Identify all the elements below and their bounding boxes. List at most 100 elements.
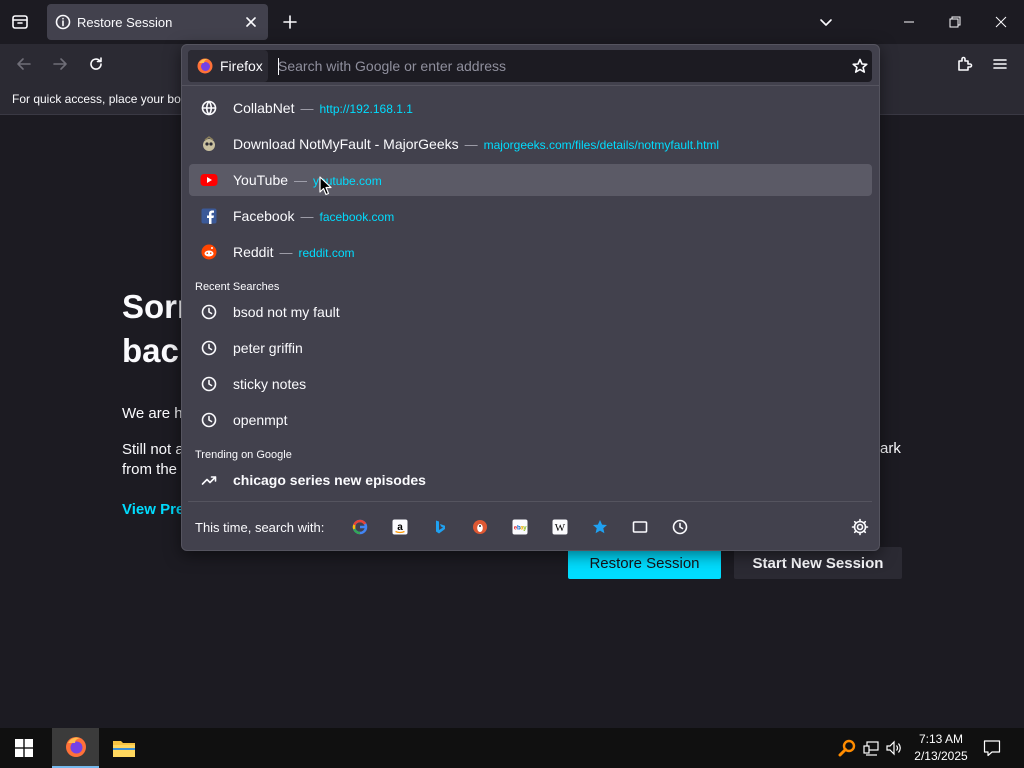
google-search-button[interactable] [348,515,372,539]
minimize-button[interactable] [886,0,932,44]
recent-search-row[interactable]: sticky notes [189,368,872,400]
forward-button[interactable] [46,50,74,78]
tab-title: Restore Session [77,15,173,30]
clock-icon [672,519,688,535]
suggestion-row-facebook[interactable]: Facebook — facebook.com [189,200,872,232]
amazon-icon: a [392,519,408,535]
close-window-button[interactable] [978,0,1024,44]
firefox-icon [197,58,213,74]
svg-text:a: a [397,522,403,533]
recent-search-row[interactable]: bsod not my fault [189,296,872,328]
recent-search-text: sticky notes [233,376,307,392]
bing-search-button[interactable] [428,515,452,539]
search-icon [838,739,856,757]
volume-tray-button[interactable] [884,728,906,768]
app-menu-button[interactable] [986,50,1014,78]
majorgeeks-icon [200,135,218,153]
reload-button[interactable] [82,50,110,78]
urlbar[interactable]: Firefox [188,50,872,82]
search-mode-chip[interactable]: Firefox [188,50,268,82]
folder-icon [112,741,135,757]
wikipedia-icon: W [552,519,568,535]
reload-icon [90,57,102,70]
mouse-cursor-icon [319,176,332,196]
ebay-search-button[interactable]: ebay [508,515,532,539]
tab-icon [632,521,648,533]
new-tab-button[interactable] [278,10,302,34]
recent-search-text: openmpt [233,412,288,428]
recent-search-text: peter griffin [233,340,303,356]
clock-icon [200,303,218,321]
back-button[interactable] [10,50,38,78]
firefox-icon [65,737,86,757]
close-icon [246,17,256,27]
notification-icon [983,740,1001,757]
bookmark-star-button[interactable] [850,56,870,76]
suggestion-row-youtube[interactable]: YouTube — youtube.com [189,164,872,196]
suggestion-url: majorgeeks.com/files/details/notmyfault.… [483,138,720,152]
bing-icon [436,520,445,534]
amazon-search-button[interactable]: a [388,515,412,539]
restore-window-icon [949,16,961,28]
trending-text: chicago series new episodes [233,472,426,488]
one-off-search-label: This time, search with: [195,520,325,535]
speaker-icon [886,740,901,756]
page-paragraph: We are h [122,405,183,422]
tab-bar: Restore Session [0,0,1024,44]
globe-icon [200,99,218,117]
recent-search-row[interactable]: peter griffin [189,332,872,364]
firefox-view-button[interactable] [6,8,34,36]
chevron-down-icon [820,19,832,26]
duckduckgo-icon [473,520,487,534]
recent-search-row[interactable]: openmpt [189,404,872,436]
start-new-session-button[interactable]: Start New Session [734,547,902,579]
duckduckgo-search-button[interactable] [468,515,492,539]
youtube-icon [200,171,218,189]
taskbar-firefox-button[interactable] [52,728,99,768]
google-icon [352,519,368,535]
tabs-search-button[interactable] [628,515,652,539]
bookmarks-search-button[interactable] [588,515,612,539]
bookmarks-hint-text: For quick access, place your boo [12,92,188,106]
restore-button[interactable] [932,0,978,44]
suggestion-url: reddit.com [298,246,355,260]
url-input[interactable] [278,50,838,82]
puzzle-icon [958,56,973,71]
action-center-button[interactable] [978,728,1006,768]
restore-session-button[interactable]: Restore Session [568,547,721,579]
page-paragraph-end: ark [880,440,901,457]
separator: — [294,173,308,188]
info-icon [55,14,71,30]
suggestion-url: http://192.168.1.1 [319,102,413,116]
trending-row[interactable]: chicago series new episodes [189,464,872,496]
taskbar-file-explorer-button[interactable] [100,728,147,768]
view-previous-sessions-link[interactable]: View Pre [122,501,184,518]
taskbar-clock-date[interactable]: 2/13/2025 [908,749,974,763]
recent-search-text: bsod not my fault [233,304,340,320]
tab-close-button[interactable] [242,13,260,31]
taskbar-clock-time[interactable]: 7:13 AM [912,732,970,746]
list-all-tabs-button[interactable] [814,10,838,34]
extensions-button[interactable] [950,50,978,78]
search-settings-button[interactable] [849,516,871,538]
star-icon [593,520,607,534]
arrow-right-icon [53,58,67,70]
wikipedia-search-button[interactable]: W [548,515,572,539]
windows-logo-icon [15,739,33,757]
trending-icon [200,471,218,489]
history-search-button[interactable] [668,515,692,539]
start-button[interactable] [0,728,48,768]
suggestion-title: Facebook [233,208,295,224]
suggestion-row-reddit[interactable]: Reddit — reddit.com [189,236,872,268]
separator: — [464,137,478,152]
suggestion-row-collabnet[interactable]: CollabNet — http://192.168.1.1 [189,92,872,124]
close-icon [995,16,1007,28]
hamburger-menu-icon [993,59,1007,69]
suggestion-row-majorgeeks[interactable]: Download NotMyFault - MajorGeeks — majorge… [189,128,872,160]
gear-icon [851,518,869,536]
tab-restore-session[interactable]: Restore Session [47,4,268,40]
search-tray-button[interactable] [836,728,858,768]
network-tray-button[interactable] [860,728,882,768]
clock-icon [200,339,218,357]
svg-text:W: W [555,522,566,534]
